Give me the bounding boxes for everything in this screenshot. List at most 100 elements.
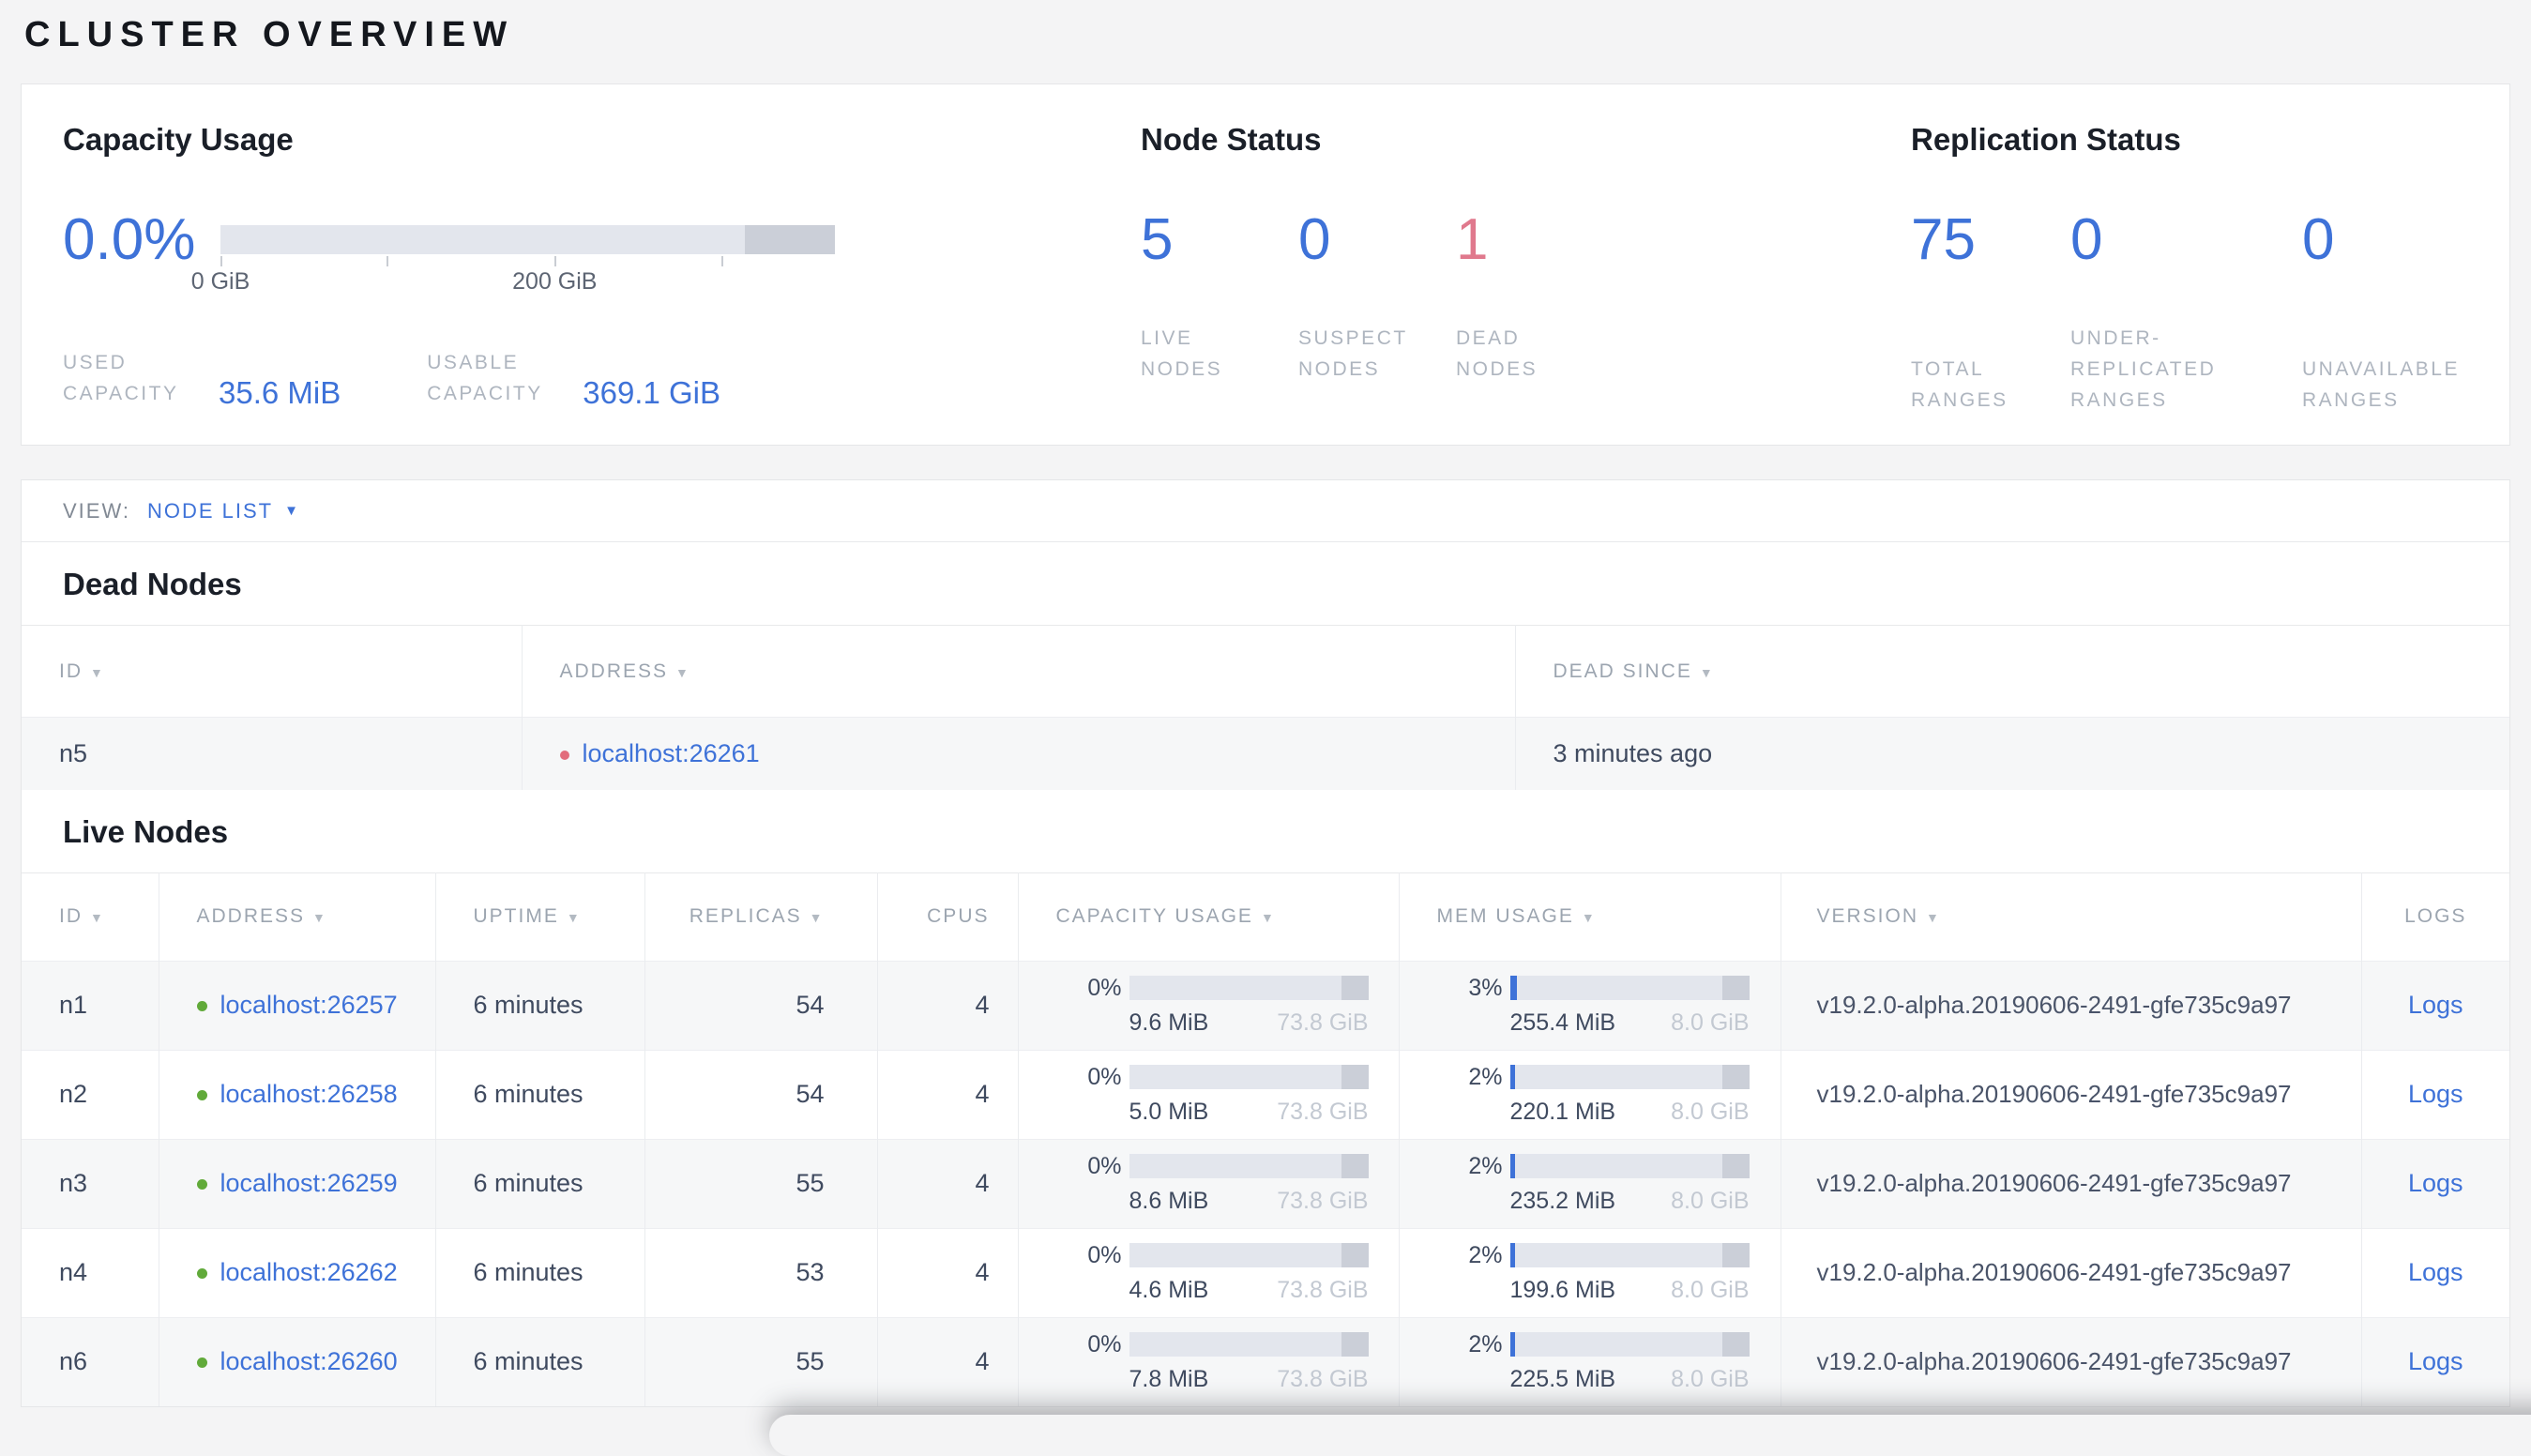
live-col-cpus: CPUS <box>877 872 1019 961</box>
logs-link[interactable]: Logs <box>2408 1080 2463 1108</box>
suspect-nodes-count: 0 <box>1298 207 1331 272</box>
cluster-summary-panel: Capacity Usage 0.0% 0 GiB 200 GiB USED C… <box>21 83 2510 446</box>
live-node-capacity-usage: 0% 5.0 MiB 73.8 GiB <box>1018 1049 1400 1139</box>
live-col-capacity-usage[interactable]: CAPACITY USAGE ▼ <box>1018 872 1400 961</box>
live-node-replicas: 53 <box>644 1227 878 1317</box>
dead-nodes-heading: Dead Nodes <box>63 567 242 601</box>
live-node-version: v19.2.0-alpha.20190606-2491-gfe735c9a97 <box>1781 1227 2362 1317</box>
mem-meter-fill <box>1509 976 1518 1000</box>
mem-meter-fill <box>1509 1332 1515 1357</box>
mem-total: 8.0 GiB <box>1671 1098 1750 1125</box>
live-col-uptime[interactable]: UPTIME ▼ <box>435 872 645 961</box>
capacity-total: 73.8 GiB <box>1277 1098 1369 1125</box>
unavailable-ranges-count: 0 <box>2302 207 2335 272</box>
axis-tick <box>386 256 388 266</box>
live-node-cpus: 4 <box>877 1227 1019 1317</box>
live-node-address-link[interactable]: localhost:26259 <box>220 1169 398 1197</box>
live-node-address-link[interactable]: localhost:26262 <box>220 1258 398 1286</box>
mem-meter-fill <box>1509 1243 1515 1267</box>
live-nodes-heading: Live Nodes <box>63 813 229 849</box>
capacity-used: 4.6 MiB <box>1129 1276 1209 1303</box>
live-node-uptime: 6 minutes <box>435 1316 645 1406</box>
live-node-mem-usage: 2% 225.5 MiB 8.0 GiB <box>1399 1316 1781 1406</box>
dead-node-id: n5 <box>22 717 523 790</box>
live-nodes-count: 5 <box>1141 207 1174 272</box>
live-col-version[interactable]: VERSION ▼ <box>1781 872 2362 961</box>
sort-desc-icon: ▼ <box>809 910 825 925</box>
axis-label-200gib: 200 GiB <box>512 268 598 295</box>
mem-total: 8.0 GiB <box>1671 1009 1750 1036</box>
sort-desc-icon: ▼ <box>1581 910 1597 925</box>
capacity-used: 5.0 MiB <box>1129 1098 1209 1125</box>
live-node-id: n3 <box>22 1138 159 1228</box>
dead-node-address-cell: localhost:26261 <box>522 717 1516 790</box>
capacity-used: 8.6 MiB <box>1129 1187 1209 1214</box>
logs-link[interactable]: Logs <box>2408 991 2463 1019</box>
dead-col-dead-since[interactable]: DEAD SINCE ▼ <box>1515 625 2509 718</box>
view-label: VIEW: <box>63 498 130 523</box>
total-ranges-count: 75 <box>1911 207 1976 272</box>
view-selected-value: NODE LIST <box>146 498 274 523</box>
axis-tick <box>720 256 723 266</box>
logs-link[interactable]: Logs <box>2408 1347 2463 1375</box>
live-node-logs-cell: Logs <box>2361 960 2509 1050</box>
live-node-capacity-usage: 0% 9.6 MiB 73.8 GiB <box>1018 960 1400 1050</box>
node-status-section: Node Status 5 0 1 LIVE NODES SUSPECT NOD… <box>1141 122 1911 407</box>
capacity-percent: 0% <box>1087 1063 1122 1090</box>
live-node-id: n1 <box>22 960 159 1050</box>
view-selector-dropdown[interactable]: NODE LIST ▼ <box>147 499 300 523</box>
mem-percent: 3% <box>1468 974 1503 1001</box>
capacity-meter <box>1129 1154 1369 1178</box>
live-node-mem-usage: 2% 199.6 MiB 8.0 GiB <box>1399 1227 1781 1317</box>
live-col-address[interactable]: ADDRESS ▼ <box>159 872 436 961</box>
suspect-nodes-label: SUSPECT NODES <box>1298 327 1408 380</box>
sort-desc-icon: ▼ <box>312 910 327 925</box>
live-col-replicas[interactable]: REPLICAS ▼ <box>644 872 878 961</box>
replication-status-title: Replication Status <box>1911 122 2181 157</box>
mem-percent: 2% <box>1468 1063 1503 1090</box>
live-node-cpus: 4 <box>877 1316 1019 1406</box>
sort-desc-icon: ▼ <box>1699 664 1715 680</box>
dead-node-address-link[interactable]: localhost:26261 <box>583 739 760 767</box>
live-nodes-table: ID ▼ ADDRESS ▼ UPTIME ▼ REPLICAS ▼ CPUS CAPA… <box>22 872 2509 1406</box>
capacity-bar-endcap <box>744 225 835 254</box>
live-node-id: n4 <box>22 1227 159 1317</box>
page-title: CLUSTER OVERVIEW <box>24 15 515 54</box>
live-node-cpus: 4 <box>877 1049 1019 1139</box>
live-node-uptime: 6 minutes <box>435 1227 645 1317</box>
live-col-id[interactable]: ID ▼ <box>22 872 159 961</box>
dead-node-dead-since: 3 minutes ago <box>1515 717 2509 790</box>
live-status-dot-icon <box>196 1179 207 1190</box>
live-status-dot-icon <box>196 1001 207 1011</box>
live-node-version: v19.2.0-alpha.20190606-2491-gfe735c9a97 <box>1781 960 2362 1050</box>
live-status-dot-icon <box>196 1268 207 1279</box>
live-col-mem-usage[interactable]: MEM USAGE ▼ <box>1399 872 1781 961</box>
dead-col-address[interactable]: ADDRESS ▼ <box>522 625 1516 718</box>
live-node-address-link[interactable]: localhost:26258 <box>220 1080 398 1108</box>
logs-link[interactable]: Logs <box>2408 1258 2463 1286</box>
sort-desc-icon: ▼ <box>566 910 582 925</box>
mem-percent: 2% <box>1468 1152 1503 1179</box>
live-node-mem-usage: 3% 255.4 MiB 8.0 GiB <box>1399 960 1781 1050</box>
live-node-row: n3 localhost:26259 6 minutes 55 4 0% 8.6… <box>22 1138 2509 1228</box>
capacity-percent: 0% <box>1087 1241 1122 1268</box>
live-node-version: v19.2.0-alpha.20190606-2491-gfe735c9a97 <box>1781 1049 2362 1139</box>
mem-meter-fill <box>1509 1065 1515 1089</box>
live-node-address-link[interactable]: localhost:26257 <box>220 991 398 1019</box>
logs-link[interactable]: Logs <box>2408 1169 2463 1197</box>
dead-col-id[interactable]: ID ▼ <box>22 625 523 718</box>
live-node-address-link[interactable]: localhost:26260 <box>220 1347 398 1375</box>
live-node-logs-cell: Logs <box>2361 1049 2509 1139</box>
live-node-row: n6 localhost:26260 6 minutes 55 4 0% 7.8… <box>22 1316 2509 1406</box>
live-status-dot-icon <box>196 1090 207 1100</box>
live-node-id: n6 <box>22 1316 159 1406</box>
used-capacity-label: USED CAPACITY <box>63 352 179 404</box>
total-ranges-label: TOTAL RANGES <box>1911 358 2008 411</box>
under-replicated-ranges-count: 0 <box>2070 207 2103 272</box>
live-node-id: n2 <box>22 1049 159 1139</box>
capacity-percent: 0% <box>1087 974 1122 1001</box>
dead-nodes-table: ID ▼ ADDRESS ▼ DEAD SINCE ▼ n5 localhost:26… <box>22 625 2509 790</box>
axis-tick <box>554 256 557 266</box>
live-node-version: v19.2.0-alpha.20190606-2491-gfe735c9a97 <box>1781 1316 2362 1406</box>
capacity-meter <box>1129 976 1369 1000</box>
